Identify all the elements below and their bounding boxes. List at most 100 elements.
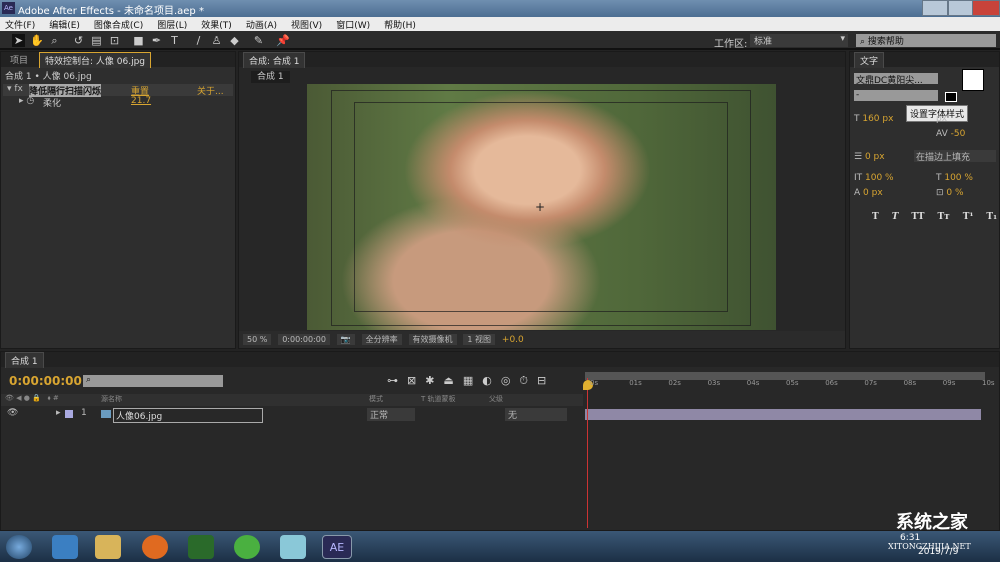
views-dropdown[interactable]: 1 视图 (463, 334, 496, 345)
label-color-swatch[interactable] (65, 410, 73, 418)
minimize-button[interactable] (922, 0, 948, 16)
superscript-button[interactable]: T¹ (963, 212, 974, 222)
layer-duration-bar[interactable] (585, 409, 981, 420)
resolution-dropdown[interactable]: 全分辨率 (361, 334, 402, 345)
pen-icon[interactable]: ✒ (150, 34, 163, 47)
stroke-mode-dropdown[interactable]: 在描边上填充 (914, 150, 996, 163)
menu-file[interactable]: 文件(F) (5, 18, 35, 31)
rectangle-icon[interactable]: ■ (132, 34, 145, 47)
menu-layer[interactable]: 图层(L) (157, 18, 187, 31)
puppet-pin-icon[interactable]: 📌 (276, 34, 290, 47)
composition-image[interactable]: + (307, 84, 776, 330)
softness-value[interactable]: 21.7 (131, 96, 151, 106)
subscript-button[interactable]: T₁ (986, 212, 997, 222)
menu-help[interactable]: 帮助(H) (384, 18, 416, 31)
trkmat-header[interactable]: T 轨道蒙板 (421, 394, 456, 404)
tab-project[interactable]: 项目 (5, 52, 33, 67)
firefox-icon[interactable] (142, 535, 168, 559)
start-orb-icon[interactable] (6, 535, 32, 559)
menu-composition[interactable]: 图像合成(C) (94, 18, 143, 31)
menu-bar: 文件(F) 编辑(E) 图像合成(C) 图层(L) 效果(T) 动画(A) 视图… (0, 17, 1000, 31)
tab-effect-controls[interactable]: 特效控制台: 人像 06.jpg (39, 51, 152, 68)
ruler-tick-label: 08s (903, 379, 917, 387)
mode-header[interactable]: 模式 (369, 394, 383, 404)
watermark-url: XITONGZHIJIA.NET (888, 542, 971, 551)
media-center-icon[interactable] (52, 535, 78, 559)
stroke-width-value[interactable]: 0 px (865, 152, 885, 162)
timeline-switches[interactable]: ⊶⊠✱⏏▦◐◎⏱⊟ (387, 374, 555, 388)
search-icon: ⌕ (86, 375, 92, 385)
tab-character[interactable]: 文字 (854, 51, 885, 68)
rotate-icon[interactable]: ↺ (72, 34, 85, 47)
menu-edit[interactable]: 编辑(E) (49, 18, 80, 31)
layer-row[interactable]: 👁 ▸ 1 人像06.jpg 正常 无 (1, 408, 583, 423)
horizontal-scale-value[interactable]: 100 % (944, 173, 973, 183)
media-player-icon[interactable] (188, 535, 214, 559)
faux-italic-button[interactable]: T (892, 212, 899, 222)
font-style-dropdown[interactable]: - (854, 90, 938, 101)
close-button[interactable] (972, 0, 1000, 16)
text-style-buttons: T T TT Tт T¹ T₁ (872, 212, 997, 222)
type-icon[interactable]: T (168, 34, 181, 47)
toolbar: ➤ ✋ ⌕ ↺ ▤ ⊡ ■ ✒ T / ♙ ◆ ✎ 📌 工作区: 标准 ▾ ⌕ 搜… (0, 31, 1000, 50)
watermark-text: 系统之家 (896, 512, 968, 533)
menu-window[interactable]: 窗口(W) (336, 18, 370, 31)
menu-effect[interactable]: 效果(T) (201, 18, 232, 31)
effect-controls-panel: 项目 特效控制台: 人像 06.jpg 合成 1 • 人像 06.jpg ▾ f… (0, 51, 236, 349)
font-size-value[interactable]: 160 px (862, 114, 893, 124)
stroke-color-swatch[interactable] (945, 92, 957, 102)
after-effects-icon[interactable]: AE (322, 535, 352, 559)
selection-icon[interactable]: ➤ (12, 34, 25, 47)
window-title: Adobe After Effects - 未命名项目.aep * (18, 6, 204, 17)
baseline-shift-value[interactable]: 0 px (863, 188, 883, 198)
current-time-indicator[interactable] (587, 378, 588, 528)
zoom-icon[interactable]: ⌕ (48, 34, 61, 47)
timeline-timecode[interactable]: 0:00:00:00 (9, 374, 82, 388)
clone-stamp-icon[interactable]: ♙ (210, 34, 223, 47)
explorer-icon[interactable] (95, 535, 121, 559)
magnification-dropdown[interactable]: 50 % (243, 334, 272, 345)
maximize-button[interactable] (948, 0, 974, 16)
roto-brush-icon[interactable]: ✎ (252, 34, 265, 47)
all-caps-button[interactable]: TT (911, 212, 924, 222)
tsume-value[interactable]: 0 % (946, 188, 963, 198)
faux-bold-button[interactable]: T (872, 212, 879, 222)
stopwatch-icon[interactable]: ▸ ◷ (19, 96, 34, 106)
pan-behind-icon[interactable]: ⊡ (108, 34, 121, 47)
small-caps-button[interactable]: Tт (937, 212, 949, 222)
mode-dropdown[interactable]: 正常 (367, 408, 415, 421)
leading-value[interactable]: px (936, 114, 947, 124)
tracking-value[interactable]: -50 (951, 129, 966, 139)
360-browser-icon[interactable] (234, 535, 260, 559)
camera-dropdown[interactable]: 有效摄像机 (408, 334, 457, 345)
eraser-icon[interactable]: ◆ (228, 34, 241, 47)
brush-icon[interactable]: / (192, 34, 205, 47)
source-name-header[interactable]: 源名称 (101, 394, 122, 404)
snapshot-icon[interactable]: 📷 (336, 334, 355, 345)
tab-composition[interactable]: 合成: 合成 1 (243, 51, 306, 68)
ruler-tick-label: 06s (825, 379, 838, 387)
tab-timeline-comp[interactable]: 合成 1 (5, 351, 44, 368)
search-help-input[interactable]: ⌕ 搜索帮助 (856, 34, 996, 47)
timecode-display[interactable]: 0:00:00:00 (278, 334, 330, 345)
fill-color-swatch[interactable] (962, 69, 984, 91)
vertical-scale-value[interactable]: 100 % (865, 173, 894, 183)
layer-name[interactable]: 人像06.jpg (113, 408, 263, 423)
parent-dropdown[interactable]: 无 (505, 408, 567, 421)
exposure-value[interactable]: +0.0 (502, 335, 524, 345)
work-area-bar[interactable] (585, 372, 985, 380)
expand-icon[interactable]: ▸ (56, 408, 61, 418)
parent-header[interactable]: 父级 (489, 394, 503, 404)
menu-view[interactable]: 视图(V) (291, 18, 322, 31)
camera-icon[interactable]: ▤ (90, 34, 103, 47)
workspace-dropdown[interactable]: 标准 ▾ (750, 34, 848, 47)
menu-animation[interactable]: 动画(A) (246, 18, 277, 31)
app-icon[interactable] (280, 535, 306, 559)
visibility-icon[interactable]: 👁 (7, 408, 18, 418)
comp-subtab[interactable]: 合成 1 (251, 71, 290, 83)
font-family-dropdown[interactable]: 文鼎DC黄阳尖... (854, 73, 938, 86)
image-file-icon (101, 410, 111, 418)
hand-icon[interactable]: ✋ (30, 34, 44, 47)
timeline-search-input[interactable]: ⌕ (83, 375, 223, 387)
expand-icon[interactable]: ▾ fx (7, 84, 23, 94)
